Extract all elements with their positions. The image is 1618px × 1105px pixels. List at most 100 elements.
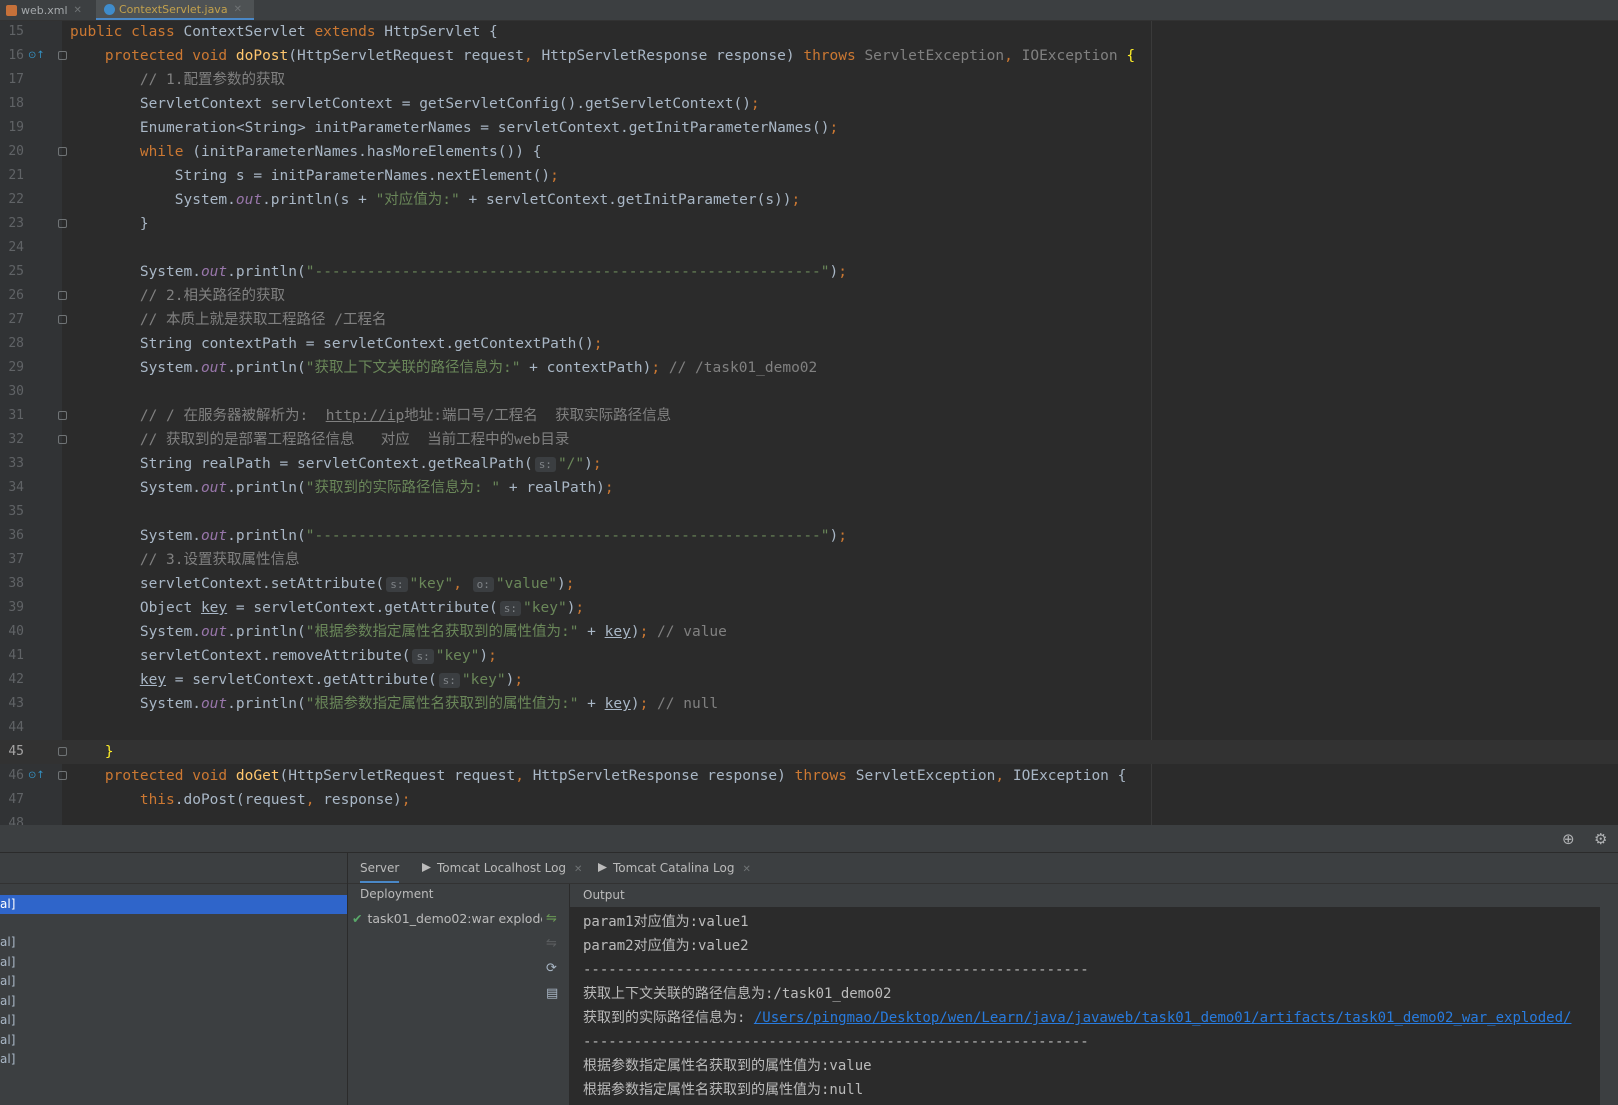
code-token: // 获取到的是部署工程路径信息 对应 当前工程中的web目录 <box>139 432 570 448</box>
tab-tomcat-localhost-log[interactable]: Tomcat Localhost Log ✕ <box>422 853 582 883</box>
code-line[interactable]: 39 Object key = servletContext.getAttrib… <box>0 596 1618 620</box>
code-line[interactable]: 20 while (initParameterNames.hasMoreElem… <box>0 140 1618 164</box>
code-line[interactable]: 36 System.out.println("-----------------… <box>0 524 1618 548</box>
code-line[interactable]: 41 servletContext.removeAttribute(s: "key… <box>0 644 1618 668</box>
code-line[interactable]: 38 servletContext.setAttribute(s: "key", … <box>0 572 1618 596</box>
code-line[interactable]: 30 <box>0 380 1618 404</box>
close-icon[interactable]: ✕ <box>234 4 242 15</box>
code-token: throws <box>803 48 865 64</box>
code-line[interactable]: 17 // 1.配置参数的获取 <box>0 68 1618 92</box>
tree-item[interactable]: al] <box>0 1013 15 1027</box>
line-number: 23 <box>8 216 24 231</box>
crosshair-icon[interactable]: ⊕ <box>1562 830 1575 848</box>
fold-marker-icon[interactable] <box>58 147 67 156</box>
tree-item[interactable]: al] <box>0 1033 15 1047</box>
code-line[interactable]: 28 String contextPath = servletContext.g… <box>0 332 1618 356</box>
tree-item-selected[interactable]: al] <box>0 895 347 914</box>
terminal-icon <box>422 863 431 872</box>
code-line[interactable]: 44 <box>0 716 1618 740</box>
code-line[interactable]: 26 // 2.相关路径的获取 <box>0 284 1618 308</box>
code-text: System.out.println("根据参数指定属性名获取到的属性值为:" … <box>70 620 727 644</box>
fold-marker-icon[interactable] <box>58 315 67 324</box>
undeploy-icon[interactable]: ⇋ <box>546 936 557 951</box>
code-line[interactable]: 15 public class ContextServlet extends Ht… <box>0 21 1618 44</box>
code-line[interactable]: 48 <box>0 812 1618 825</box>
code-line[interactable]: 33 String realPath = servletContext.getR… <box>0 452 1618 476</box>
code-line[interactable]: 21 String s = initParameterNames.nextEle… <box>0 164 1618 188</box>
code-line[interactable]: 34 System.out.println("获取到的实际路径信息为: " + … <box>0 476 1618 500</box>
code-line[interactable]: 23 } <box>0 212 1618 236</box>
output-console[interactable]: Output param1对应值为:value1 param2对应值为:value… <box>570 884 1600 1105</box>
line-number: 37 <box>8 552 24 567</box>
output-line: ----------------------------------------… <box>583 1030 1089 1054</box>
deploy-all-icon[interactable]: ▤ <box>546 986 558 1001</box>
code-line[interactable]: 19 Enumeration<String> initParameterName… <box>0 116 1618 140</box>
code-line[interactable]: 24 <box>0 236 1618 260</box>
tree-item[interactable]: al] <box>0 974 15 988</box>
code-token: // value <box>657 624 727 640</box>
code-token: // /task01_demo02 <box>668 360 818 376</box>
code-line[interactable]: 37 // 3.设置获取属性信息 <box>0 548 1618 572</box>
tree-item[interactable]: al] <box>0 935 15 949</box>
output-text: 根据参数指定属性名获取到的属性值为:null <box>583 1082 864 1098</box>
code-token: (HttpServletRequest request <box>279 768 516 784</box>
output-text: param2对应值为:value2 <box>583 938 749 954</box>
code-token: doGet <box>235 768 280 784</box>
close-icon[interactable]: ✕ <box>574 864 582 875</box>
output-scrollbar[interactable] <box>1600 884 1618 1105</box>
code-line[interactable]: 40 System.out.println("根据参数指定属性名获取到的属性值为… <box>0 620 1618 644</box>
fold-marker-icon[interactable] <box>58 51 67 60</box>
tab-context-servlet[interactable]: ContextServlet.java ✕ <box>96 0 254 20</box>
code-text: System.out.println("获取到的实际路径信息为: " + rea… <box>70 476 614 500</box>
code-token: while <box>139 144 193 160</box>
output-line: param1对应值为:value1 <box>583 910 749 934</box>
code-line[interactable]: 45 } <box>0 740 1618 764</box>
code-editor[interactable]: 15 public class ContextServlet extends Ht… <box>0 21 1618 825</box>
code-line[interactable]: 18 ServletContext servletContext = getSe… <box>0 92 1618 116</box>
tree-item[interactable]: al] <box>0 955 15 969</box>
code-line[interactable]: 25 System.out.println("-----------------… <box>0 260 1618 284</box>
code-line[interactable]: 22 System.out.println(s + "对应值为:" + serv… <box>0 188 1618 212</box>
code-token: = servletContext.getAttribute( <box>227 600 498 616</box>
fold-marker-icon[interactable] <box>58 411 67 420</box>
code-token: (HttpServletRequest request <box>288 48 524 64</box>
code-line[interactable]: 42 key = servletContext.getAttribute(s: "… <box>0 668 1618 692</box>
tab-tomcat-catalina-log[interactable]: Tomcat Catalina Log ✕ <box>598 853 751 883</box>
code-line[interactable]: 43 System.out.println("根据参数指定属性名获取到的属性值为… <box>0 692 1618 716</box>
code-line[interactable]: 31 // / 在服务器被解析为: http://ip地址:端口号/工程名 获取… <box>0 404 1618 428</box>
tree-item[interactable]: al] <box>0 1052 15 1066</box>
code-line[interactable]: 29 System.out.println("获取上下文关联的路径信息为:" +… <box>0 356 1618 380</box>
override-marker-icon[interactable]: ⊙↑ <box>28 50 45 61</box>
code-line[interactable]: 27 // 本质上就是获取工程路径 /工程名 <box>0 308 1618 332</box>
tab-server[interactable]: Server <box>360 853 400 883</box>
code-line[interactable]: 16 ⊙↑ protected void doPost(HttpServletRe… <box>0 44 1618 68</box>
code-line[interactable]: 47 this.doPost(request, response); <box>0 788 1618 812</box>
code-line[interactable]: 35 <box>0 500 1618 524</box>
code-token: System. <box>70 528 201 544</box>
fold-marker-icon[interactable] <box>58 291 67 300</box>
tree-item[interactable]: al] <box>0 994 15 1008</box>
java-class-icon <box>104 3 115 15</box>
close-icon[interactable]: ✕ <box>742 864 750 875</box>
code-line[interactable]: 32 // 获取到的是部署工程路径信息 对应 当前工程中的web目录 <box>0 428 1618 452</box>
override-marker-icon[interactable]: ⊙↑ <box>28 770 45 781</box>
gear-icon[interactable]: ⚙ <box>1594 830 1607 848</box>
fold-marker-icon[interactable] <box>58 771 67 780</box>
code-line[interactable]: 46 ⊙↑ protected void doGet(HttpServletReq… <box>0 764 1618 788</box>
code-token: System. <box>70 480 201 496</box>
fold-marker-icon[interactable] <box>58 747 67 756</box>
code-token: = servletContext.getAttribute( <box>166 672 437 688</box>
refresh-icon[interactable]: ⟳ <box>546 961 557 976</box>
fold-marker-icon[interactable] <box>58 219 67 228</box>
code-token: ) <box>557 576 566 592</box>
close-icon[interactable]: ✕ <box>74 5 82 16</box>
line-number: 39 <box>8 600 24 615</box>
services-tree-toolbar <box>0 853 347 884</box>
check-icon: ✔ <box>352 911 363 926</box>
redeploy-icon[interactable]: ⇋ <box>546 911 557 926</box>
fold-marker-icon[interactable] <box>58 435 67 444</box>
output-path-link[interactable]: /Users/pingmao/Desktop/wen/Learn/java/ja… <box>754 1010 1572 1026</box>
tab-web-xml[interactable]: web.xml ✕ <box>6 0 92 20</box>
deployment-item[interactable]: ✔ task01_demo02:war exploded <box>352 911 542 926</box>
line-number: 20 <box>8 144 24 159</box>
